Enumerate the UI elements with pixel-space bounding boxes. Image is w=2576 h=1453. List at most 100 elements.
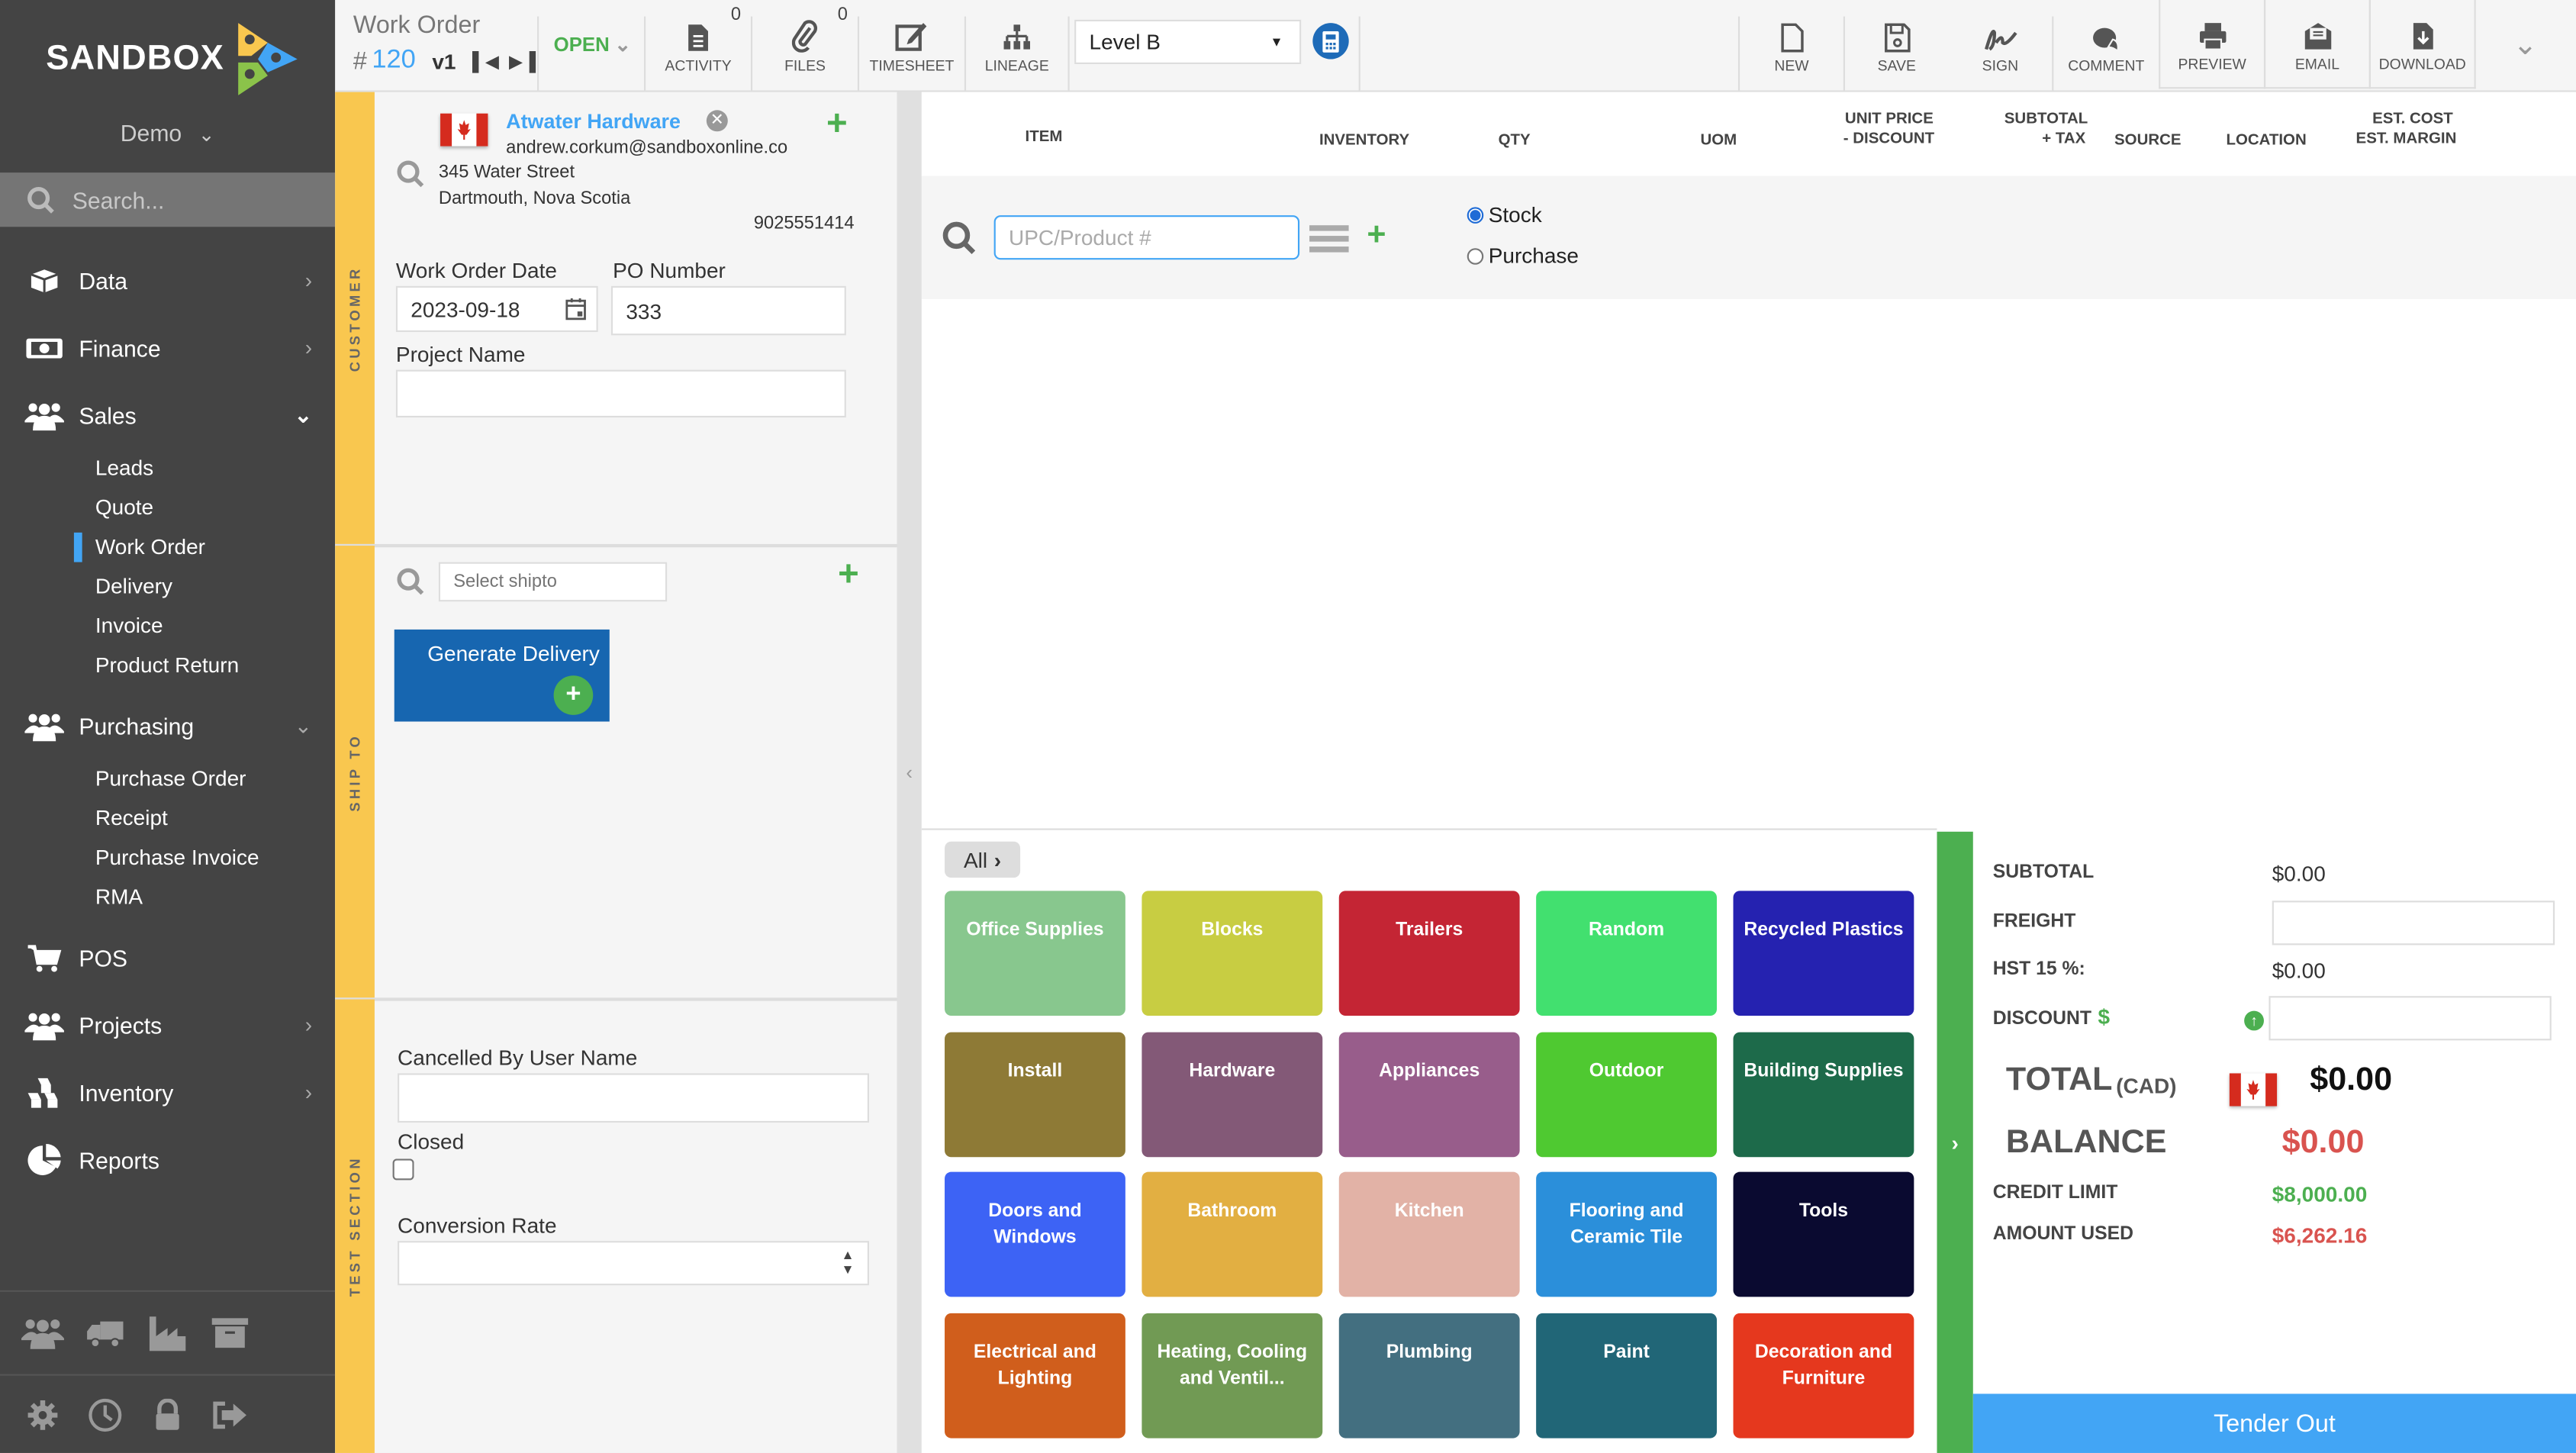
remove-customer-icon[interactable]: ✕ [706,110,728,132]
contacts-icon[interactable] [11,1316,74,1349]
sidebar-subitem-leads[interactable]: Leads [0,449,335,488]
org-switcher[interactable]: Demo ⌄ [0,120,335,146]
closed-checkbox[interactable] [392,1158,414,1181]
category-tile[interactable]: Trailers [1338,891,1520,1016]
category-tile[interactable]: Bathroom [1141,1172,1323,1298]
add-customer-icon[interactable]: + [826,105,848,141]
sidebar-subitem-delivery[interactable]: Delivery [0,567,335,607]
truck-icon[interactable] [74,1316,137,1349]
conversion-rate-field[interactable]: ▲ ▼ [398,1241,869,1286]
category-tile[interactable]: Plumbing [1338,1313,1520,1439]
lineage-button[interactable]: LINEAGE [966,0,1067,90]
status-dropdown[interactable]: OPEN ⌄ [554,33,631,56]
sidebar-item-sales[interactable]: Sales ⌄ [0,382,335,449]
category-tile[interactable]: Appliances [1338,1031,1520,1157]
product-search-icon[interactable] [942,221,977,256]
category-tile[interactable]: Doors and Windows [945,1172,1125,1298]
category-tile[interactable]: Recycled Plastics [1733,891,1914,1016]
test-section-tab[interactable]: TEST SECTION [335,999,375,1453]
gear-icon[interactable] [11,1399,74,1432]
category-tile[interactable]: Heating, Cooling and Ventil... [1141,1313,1323,1439]
customer-section-tab[interactable]: CUSTOMER [335,92,375,544]
sidebar-subitem-product-return[interactable]: Product Return [0,646,335,685]
calendar-icon[interactable] [565,298,587,321]
next-record-icon[interactable]: ▶▐ [509,50,536,72]
logout-icon[interactable] [199,1399,262,1432]
category-breadcrumb-all[interactable]: All › [945,841,1021,878]
shipto-select-input[interactable] [438,562,668,602]
sidebar-subitem-receipt[interactable]: Receipt [0,799,335,839]
more-options-chevron-icon[interactable]: ⌄ [2475,0,2576,90]
previous-record-icon[interactable]: ▌◀ [472,50,499,72]
project-name-field[interactable] [395,369,846,418]
purchase-radio[interactable]: Purchase [1467,243,1579,268]
clock-icon[interactable] [74,1397,137,1433]
archive-icon[interactable] [199,1316,262,1349]
sidebar-subitem-work-order[interactable]: Work Order [0,527,335,567]
version-label[interactable]: v1 [432,49,456,73]
sidebar-subitem-purchase-invoice[interactable]: Purchase Invoice [0,838,335,878]
price-level-select[interactable]: Level B ▼ [1074,19,1302,64]
sidebar-subitem-purchase-order[interactable]: Purchase Order [0,759,335,799]
sidebar-item-data[interactable]: Data › [0,246,335,314]
factory-icon[interactable] [137,1315,199,1352]
category-tile[interactable]: Blocks [1141,891,1323,1016]
sidebar-item-projects[interactable]: Projects › [0,991,335,1058]
generate-delivery-button[interactable]: Generate Delivery + [394,629,610,722]
sidebar-subitem-invoice[interactable]: Invoice [0,607,335,646]
category-tile[interactable]: Random [1536,891,1717,1016]
summary-toggle-handle[interactable]: › [1937,831,1973,1453]
tender-out-button[interactable]: Tender Out [1972,1393,2576,1453]
category-tile[interactable]: Building Supplies [1733,1031,1914,1157]
activity-button[interactable]: 0 ACTIVITY [646,0,751,90]
cancelled-by-field[interactable] [398,1073,869,1123]
category-tile[interactable]: Flooring and Ceramic Tile [1536,1172,1717,1298]
discount-input[interactable] [2268,996,2552,1041]
preview-button[interactable]: PREVIEW [2159,0,2266,89]
shipto-search-icon[interactable] [396,567,426,597]
discount-currency-toggle[interactable]: $ [2098,1004,2111,1029]
category-tile[interactable]: Office Supplies [945,891,1125,1016]
apply-discount-icon[interactable]: ↑ [2244,1010,2264,1031]
category-tile[interactable]: Electrical and Lighting [945,1313,1125,1439]
category-tile[interactable]: Install [945,1031,1125,1157]
sidebar-item-pos[interactable]: POS [0,923,335,991]
lock-icon[interactable] [137,1398,199,1432]
stock-radio[interactable]: Stock [1467,202,1542,227]
add-shipto-icon[interactable]: + [838,555,859,591]
sign-button[interactable]: SIGN [1949,0,2053,90]
sidebar-search[interactable] [0,172,336,227]
work-order-date-field[interactable]: 2023-09-18 [395,285,598,333]
work-order-number[interactable]: 120 [372,46,415,76]
email-button[interactable]: EMAIL [2263,0,2371,89]
category-tile[interactable]: Kitchen [1338,1172,1520,1298]
sidebar-item-finance[interactable]: Finance › [0,314,335,381]
calculator-icon[interactable] [1312,23,1349,60]
category-tile[interactable]: Outdoor [1536,1031,1717,1157]
logo[interactable]: SANDBOX [46,23,300,95]
new-button[interactable]: NEW [1740,0,1843,90]
number-spinner-icon[interactable]: ▲ ▼ [842,1248,855,1277]
files-button[interactable]: 0 FILES [752,0,858,90]
save-button[interactable]: SAVE [1845,0,1949,90]
category-tile[interactable]: Decoration and Furniture [1733,1313,1914,1439]
sidebar-item-inventory[interactable]: Inventory › [0,1058,335,1126]
upc-product-input[interactable] [993,215,1300,260]
customer-name-link[interactable]: Atwater Hardware [506,110,681,133]
add-line-icon[interactable]: + [1367,218,1386,251]
collapse-panel-handle[interactable]: ‹ [897,92,922,1453]
sidebar-subitem-quote[interactable]: Quote [0,488,335,528]
category-tile[interactable]: Paint [1536,1313,1717,1439]
download-button[interactable]: DOWNLOAD [2368,0,2476,89]
list-menu-icon[interactable] [1309,225,1349,253]
shipto-section-tab[interactable]: SHIP TO [335,546,375,998]
sidebar-item-purchasing[interactable]: Purchasing ⌄ [0,692,335,759]
po-number-field[interactable]: 333 [610,285,846,336]
category-tile[interactable]: Tools [1733,1172,1914,1298]
sidebar-subitem-rma[interactable]: RMA [0,878,335,917]
sidebar-search-input[interactable] [69,185,306,215]
comment-button[interactable]: COMMENT [2053,0,2159,90]
sidebar-item-reports[interactable]: Reports [0,1126,335,1193]
freight-input[interactable] [2272,900,2555,946]
timesheet-button[interactable]: TIMESHEET [859,0,964,90]
